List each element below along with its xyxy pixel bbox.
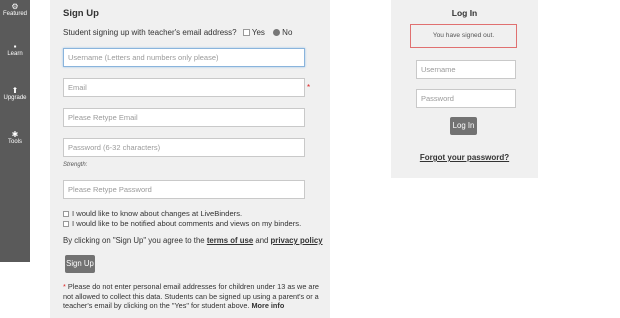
sidebar-item-tools[interactable]: ✱ Tools — [0, 130, 30, 146]
opt-notify-label: I would like to be notified about commen… — [72, 219, 302, 228]
terms-prefix: By clicking on "Sign Up" you agree to th… — [63, 236, 205, 245]
child-email-note: * Please do not enter personal email add… — [63, 282, 325, 311]
opt-changes-checkbox[interactable] — [63, 211, 69, 217]
email-field[interactable]: Email — [63, 78, 305, 97]
yes-checkbox[interactable] — [242, 29, 250, 37]
login-password-field[interactable]: Password — [416, 89, 516, 108]
login-username-field[interactable]: Username — [416, 60, 516, 79]
more-info-link[interactable]: More info — [251, 301, 284, 310]
signup-button[interactable]: Sign Up — [65, 255, 95, 273]
sidebar-item-label: Featured — [2, 11, 27, 17]
teacher-question-label: Student signing up with teacher's email … — [63, 28, 237, 37]
left-sidebar: ⚙ Featured ▪ Learn ⬆ Upgrade ✱ Tools — [0, 0, 30, 262]
tools-icon: ✱ — [11, 130, 19, 139]
teacher-email-question: Student signing up with teacher's email … — [63, 28, 292, 37]
opt-notify-row[interactable]: I would like to be notified about commen… — [63, 219, 301, 228]
sidebar-item-label: Learn — [7, 51, 23, 57]
password-strength-label: Strength: — [63, 162, 88, 168]
login-button[interactable]: Log In — [450, 117, 477, 135]
login-title: Log In — [451, 8, 478, 18]
terms-and: and — [255, 236, 269, 245]
signed-out-message: You have signed out. — [410, 24, 517, 48]
no-label: No — [282, 28, 293, 37]
sidebar-item-learn[interactable]: ▪ Learn — [0, 42, 30, 58]
signup-panel: Sign Up Student signing up with teacher'… — [50, 0, 330, 318]
retype-password-field[interactable]: Please Retype Password — [63, 180, 305, 199]
username-field[interactable]: Username (Letters and numbers only pleas… — [63, 48, 305, 67]
forgot-password-link[interactable]: Forgot your password? — [391, 153, 538, 162]
yes-label: Yes — [251, 28, 265, 37]
gear-icon: ⚙ — [11, 2, 19, 11]
login-panel: Log In You have signed out. Username Pas… — [391, 0, 538, 178]
retype-email-field[interactable]: Please Retype Email — [63, 108, 305, 127]
sidebar-item-label: Tools — [7, 139, 22, 145]
required-marker: * — [307, 83, 311, 92]
opt-changes-label: I would like to know about changes at Li… — [72, 209, 243, 218]
signup-title: Sign Up — [63, 8, 99, 19]
opt-notify-checkbox[interactable] — [63, 221, 69, 227]
sidebar-item-upgrade[interactable]: ⬆ Upgrade — [0, 86, 30, 102]
note-star: * — [63, 282, 66, 291]
arrow-up-icon: ⬆ — [11, 86, 19, 95]
sidebar-item-label: Upgrade — [3, 95, 27, 101]
privacy-policy-link[interactable]: privacy policy — [271, 236, 323, 245]
no-radio[interactable] — [273, 29, 281, 37]
password-field[interactable]: Password (6-32 characters) — [63, 138, 305, 157]
sidebar-item-featured[interactable]: ⚙ Featured — [0, 2, 30, 18]
lightbulb-icon: ▪ — [13, 42, 17, 51]
terms-text: By clicking on "Sign Up" you agree to th… — [63, 236, 323, 245]
terms-of-use-link[interactable]: terms of use — [207, 236, 253, 245]
opt-changes-row[interactable]: I would like to know about changes at Li… — [63, 209, 242, 218]
